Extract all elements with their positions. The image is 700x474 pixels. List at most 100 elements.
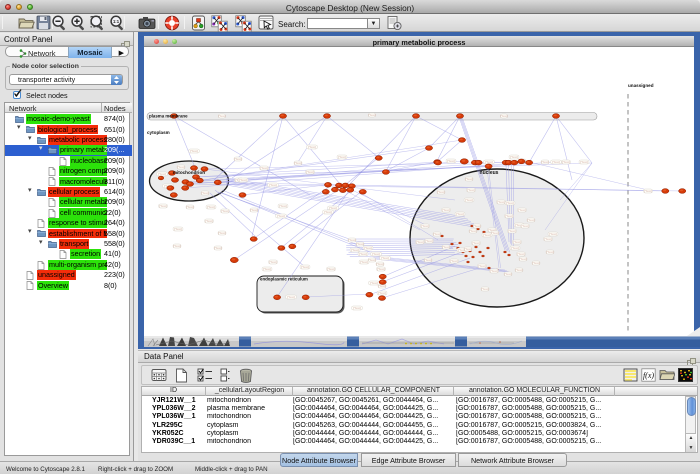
svg-text:[Yx-x]: [Yx-x]	[338, 155, 345, 159]
svg-text:[Yx-x]: [Yx-x]	[279, 204, 286, 208]
svg-text:[Yx-x]: [Yx-x]	[360, 260, 367, 264]
svg-text:[Yx-x]: [Yx-x]	[173, 244, 180, 248]
svg-text:[Yx-x]: [Yx-x]	[521, 224, 528, 228]
svg-text:[Yx-x]: [Yx-x]	[370, 281, 377, 285]
svg-text:[Yx-x]: [Yx-x]	[562, 160, 569, 164]
svg-text:plasma membrane: plasma membrane	[149, 114, 188, 119]
svg-text:[Yx-x]: [Yx-x]	[518, 208, 525, 212]
svg-text:[Yx-x]: [Yx-x]	[472, 241, 479, 245]
svg-text:nucleus: nucleus	[480, 170, 499, 176]
svg-text:[Yx-x]: [Yx-x]	[377, 267, 384, 271]
svg-text:[Yx-x]: [Yx-x]	[483, 233, 490, 237]
svg-text:[Yx-x]: [Yx-x]	[308, 145, 315, 149]
svg-text:[Yx-x]: [Yx-x]	[467, 188, 474, 192]
svg-text:[Yx-x]: [Yx-x]	[490, 269, 497, 273]
svg-text:[Yx-x]: [Yx-x]	[517, 252, 524, 256]
svg-text:[Yx-x]: [Yx-x]	[277, 214, 284, 218]
svg-text:[Yx-x]: [Yx-x]	[260, 166, 267, 170]
svg-text:[Yx-x]: [Yx-x]	[324, 210, 331, 214]
svg-text:[Yx-x]: [Yx-x]	[513, 240, 520, 244]
svg-text:[Yx-x]: [Yx-x]	[450, 259, 457, 263]
svg-text:f(x): f(x)	[643, 371, 654, 380]
svg-text:[Yx-x]: [Yx-x]	[424, 258, 431, 262]
svg-text:[Yx-x]: [Yx-x]	[186, 205, 193, 209]
svg-text:[Yx-x]: [Yx-x]	[505, 214, 512, 218]
svg-text:[Yx-x]: [Yx-x]	[506, 201, 513, 205]
svg-text:[Yx-x]: [Yx-x]	[263, 267, 270, 271]
svg-text:[Yx-x]: [Yx-x]	[351, 248, 358, 252]
svg-text:[Yx-x]: [Yx-x]	[541, 160, 548, 164]
svg-text:[Yx-x]: [Yx-x]	[447, 159, 454, 163]
svg-text:[Yx-x]: [Yx-x]	[508, 229, 515, 233]
svg-text:[Yx-x]: [Yx-x]	[442, 245, 449, 249]
svg-text:[Yx-x]: [Yx-x]	[500, 114, 507, 118]
svg-text:[Yx-x]: [Yx-x]	[497, 200, 504, 204]
svg-text:[Yx-x]: [Yx-x]	[250, 208, 257, 212]
svg-text:[Yx-x]: [Yx-x]	[214, 246, 221, 250]
svg-text:[Yx-x]: [Yx-x]	[269, 183, 276, 187]
svg-text:[Yx-x]: [Yx-x]	[368, 113, 375, 117]
svg-text:[Yx-x]: [Yx-x]	[269, 260, 276, 264]
svg-text:[Yx-x]: [Yx-x]	[644, 189, 651, 193]
svg-text:[Yx-x]: [Yx-x]	[234, 157, 241, 161]
svg-text:[Yx-x]: [Yx-x]	[421, 224, 428, 228]
svg-text:cytoplasm: cytoplasm	[147, 130, 170, 135]
svg-text:[Yx-x]: [Yx-x]	[465, 198, 472, 202]
svg-text:[Yx-x]: [Yx-x]	[376, 262, 383, 266]
svg-text:[Yx-x]: [Yx-x]	[218, 231, 225, 235]
svg-text:[Yx-x]: [Yx-x]	[364, 246, 371, 250]
svg-text:1:1: 1:1	[113, 19, 120, 24]
svg-text:[Yx-x]: [Yx-x]	[519, 257, 526, 261]
svg-text:[Yx-x]: [Yx-x]	[416, 240, 423, 244]
svg-text:[Yx-x]: [Yx-x]	[433, 232, 440, 236]
svg-text:[Yx-x]: [Yx-x]	[549, 232, 556, 236]
svg-text:[Yx-x]: [Yx-x]	[510, 155, 517, 159]
svg-text:[Yx-x]: [Yx-x]	[174, 227, 181, 231]
svg-text:[Yx-x]: [Yx-x]	[239, 178, 246, 182]
svg-text:[Yx-x]: [Yx-x]	[546, 250, 553, 254]
svg-text:[Yx-x]: [Yx-x]	[527, 218, 534, 222]
svg-text:[Yx-x]: [Yx-x]	[544, 237, 551, 241]
svg-text:[Yx-x]: [Yx-x]	[485, 160, 492, 164]
svg-text:[Yx-x]: [Yx-x]	[177, 165, 184, 169]
svg-text:[Yx-x]: [Yx-x]	[359, 252, 366, 256]
svg-text:[Yx-x]: [Yx-x]	[381, 256, 388, 260]
svg-text:[Yx-x]: [Yx-x]	[464, 247, 471, 251]
svg-text:[Yx-x]: [Yx-x]	[465, 177, 472, 181]
svg-text:[Yx-x]: [Yx-x]	[218, 114, 225, 118]
svg-text:[Yx-x]: [Yx-x]	[356, 242, 363, 246]
svg-text:[Yx-x]: [Yx-x]	[190, 149, 197, 153]
svg-text:[Yx-x]: [Yx-x]	[552, 160, 559, 164]
svg-text:[Yx-x]: [Yx-x]	[201, 191, 208, 195]
svg-text:[Yx-x]: [Yx-x]	[221, 209, 228, 213]
svg-text:[Yx-x]: [Yx-x]	[469, 229, 476, 233]
svg-text:[Yx-x]: [Yx-x]	[348, 238, 355, 242]
svg-text:[Yx-x]: [Yx-x]	[207, 205, 214, 209]
svg-text:[Yx-x]: [Yx-x]	[353, 306, 360, 310]
svg-text:[Yx-x]: [Yx-x]	[478, 264, 485, 268]
svg-text:[Yx-x]: [Yx-x]	[481, 287, 488, 291]
svg-text:[Yx-x]: [Yx-x]	[205, 219, 212, 223]
svg-text:[Yx-x]: [Yx-x]	[159, 204, 166, 208]
svg-text:[Yx-x]: [Yx-x]	[327, 267, 334, 271]
svg-text:[Yx-x]: [Yx-x]	[515, 268, 522, 272]
svg-text:[Yx-x]: [Yx-x]	[425, 239, 432, 243]
svg-text:[Yx-x]: [Yx-x]	[378, 291, 385, 295]
svg-text:[Yx-x]: [Yx-x]	[158, 172, 165, 176]
svg-text:[Yx-x]: [Yx-x]	[301, 265, 308, 269]
svg-text:[Yx-x]: [Yx-x]	[473, 224, 480, 228]
svg-text:[Yx-x]: [Yx-x]	[287, 295, 294, 299]
svg-text:[Yx-x]: [Yx-x]	[532, 261, 539, 265]
svg-text:[Yx-x]: [Yx-x]	[294, 161, 301, 165]
svg-text:[Yx-x]: [Yx-x]	[456, 212, 463, 216]
svg-text:[Yx-x]: [Yx-x]	[491, 231, 498, 235]
svg-text:[Yx-x]: [Yx-x]	[372, 252, 379, 256]
svg-text:[Yx-x]: [Yx-x]	[437, 190, 444, 194]
svg-text:[Yx-x]: [Yx-x]	[511, 246, 518, 250]
svg-text:[Yx-x]: [Yx-x]	[580, 160, 587, 164]
svg-text:[Yx-x]: [Yx-x]	[368, 258, 375, 262]
svg-text:endoplasmic reticulum: endoplasmic reticulum	[260, 277, 308, 282]
svg-text:[Yx-x]: [Yx-x]	[504, 272, 511, 276]
svg-text:[Yx-x]: [Yx-x]	[442, 208, 449, 212]
svg-text:[Yx-x]: [Yx-x]	[306, 170, 313, 174]
